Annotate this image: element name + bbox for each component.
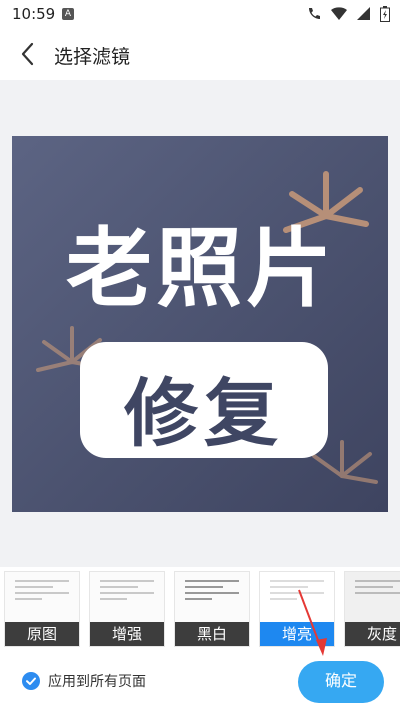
filter-label: 黑白	[175, 622, 249, 646]
signal-icon	[357, 7, 370, 20]
filter-thumbnail	[90, 572, 164, 624]
header: 选择滤镜	[0, 28, 400, 80]
back-button[interactable]	[14, 40, 44, 68]
filter-item-black-white[interactable]: 黑白	[174, 571, 250, 647]
call-icon	[309, 8, 320, 19]
preview-main-text: 老照片	[66, 219, 336, 319]
preview-badge: 修复	[80, 342, 328, 458]
filter-item-original[interactable]: 原图	[4, 571, 80, 647]
filter-label: 原图	[5, 622, 79, 646]
bottom-bar: 应用到所有页面 确定	[0, 649, 400, 711]
filter-thumbnail	[260, 572, 334, 624]
wifi-icon	[331, 7, 347, 20]
apply-all-checkbox[interactable]: 应用到所有页面	[22, 671, 146, 691]
preview-image: 老照片 修复	[12, 136, 388, 512]
filter-strip[interactable]: 原图 增强 黑白 增亮 灰度	[0, 567, 400, 649]
filter-label: 增亮	[260, 622, 334, 646]
page-title: 选择滤镜	[54, 46, 131, 68]
apply-all-label: 应用到所有页面	[48, 674, 146, 690]
status-bar: 10:59 A	[0, 0, 400, 28]
preview-badge-text: 修复	[124, 371, 284, 457]
confirm-button[interactable]: 确定	[298, 661, 384, 703]
check-icon	[22, 672, 40, 690]
status-icons	[306, 6, 390, 22]
filter-thumbnail	[5, 572, 79, 624]
battery-icon	[380, 6, 390, 22]
filter-label: 灰度	[345, 622, 400, 646]
status-time: 10:59	[12, 5, 56, 23]
filter-item-brighten[interactable]: 增亮	[259, 571, 335, 647]
filter-item-grayscale[interactable]: 灰度	[344, 571, 400, 647]
filter-thumbnail	[175, 572, 249, 624]
filter-thumbnail	[345, 572, 400, 624]
notification-icon: A	[62, 8, 74, 20]
filter-label: 增强	[90, 622, 164, 646]
filter-item-enhance[interactable]: 增强	[89, 571, 165, 647]
chevron-left-icon	[21, 42, 34, 66]
preview-area: 老照片 修复	[0, 80, 400, 567]
